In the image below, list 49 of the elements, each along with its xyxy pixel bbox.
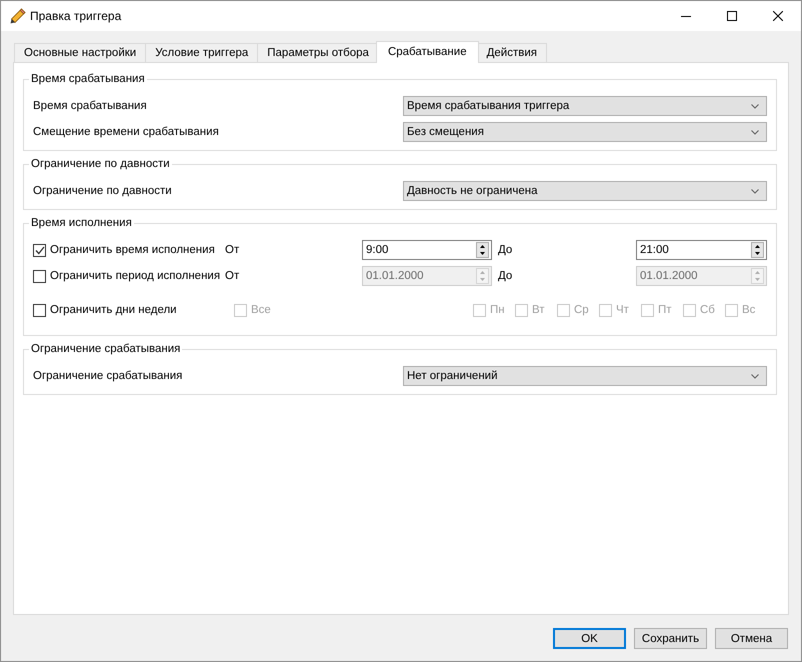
down-triangle-icon [755,252,760,255]
checkbox[interactable] [33,270,46,282]
dropdown[interactable]: Давность не ограничена [403,181,767,201]
group-title: Время срабатывания [30,72,146,86]
spin-field[interactable]: 9:00 [362,240,492,260]
spin-buttons[interactable] [751,242,764,258]
field-label: Ограничение срабатывания [33,369,182,383]
group-title: Время исполнения [30,216,133,230]
field-label: До [498,243,512,257]
field-label: До [498,269,512,283]
chevron-down-icon [751,188,759,194]
dropdown[interactable]: Нет ограничений [403,366,767,386]
checkbox-label[interactable]: Ограничить время исполнения [50,243,215,257]
up-triangle-icon [755,245,760,248]
down-triangle-icon [755,278,760,281]
maximize-icon [727,11,737,21]
tab[interactable]: Основные настройки [14,43,146,62]
dropdown[interactable]: Без смещения [403,122,767,142]
tab[interactable]: Срабатывание [376,41,479,63]
chevron-down-icon [751,374,759,378]
field-label: От [225,269,240,283]
checkbox[interactable] [33,244,46,256]
dialog-button[interactable]: Сохранить [634,628,707,649]
dropdown[interactable]: Время срабатывания триггера [403,96,767,116]
pencil-icon [10,8,26,24]
checkbox-label[interactable]: Ограничить дни недели [50,303,177,317]
window-title: Правка триггера [30,9,122,23]
check-icon [34,246,44,254]
group-title: Ограничение по давности [30,157,171,171]
spin-buttons[interactable] [476,242,489,258]
down-triangle-icon [480,278,485,281]
chevron-down-icon [751,130,759,134]
field-label: От [225,243,240,257]
field-label: Время срабатывания [33,99,147,113]
spin-field[interactable]: 21:00 [636,240,767,260]
dialog-button[interactable]: Отмена [715,628,788,649]
up-triangle-icon [480,271,485,274]
up-triangle-icon [755,271,760,274]
tab[interactable]: Действия [476,43,547,62]
down-triangle-icon [480,252,485,255]
group-title: Ограничение срабатывания [30,342,182,356]
field-label: Смещение времени срабатывания [33,125,219,139]
close-icon [773,11,783,21]
dialog-button[interactable]: OK [553,628,626,649]
checkbox[interactable] [33,304,46,316]
up-triangle-icon [480,245,485,248]
chevron-down-icon [751,104,759,108]
checkbox-label[interactable]: Ограничить период исполнения [50,269,220,283]
field-label: Ограничение по давности [33,184,172,198]
